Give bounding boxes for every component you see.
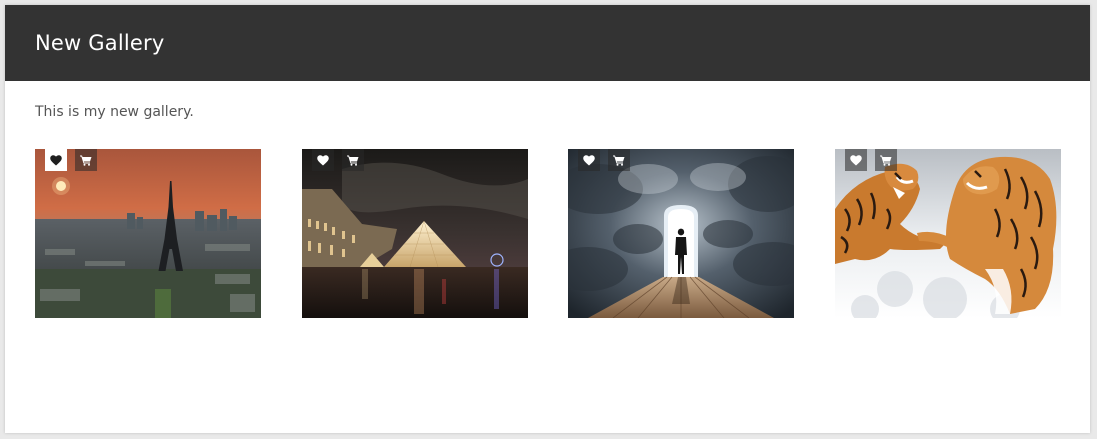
heart-icon bbox=[583, 154, 595, 165]
gallery-item-louvre[interactable] bbox=[302, 149, 528, 318]
add-to-cart-button[interactable] bbox=[875, 149, 897, 171]
add-to-cart-button[interactable] bbox=[75, 149, 97, 171]
heart-icon bbox=[50, 154, 62, 165]
add-to-cart-button[interactable] bbox=[342, 149, 364, 171]
cart-icon bbox=[613, 155, 625, 166]
gallery-description: This is my new gallery. bbox=[35, 104, 194, 120]
photo-tigers[interactable] bbox=[835, 149, 1061, 318]
gallery-item-tigers[interactable] bbox=[835, 149, 1061, 318]
cart-icon bbox=[347, 155, 359, 166]
photo-doorway[interactable] bbox=[568, 149, 794, 318]
heart-icon bbox=[317, 154, 329, 165]
like-button[interactable] bbox=[45, 149, 67, 171]
cart-icon bbox=[80, 155, 92, 166]
heart-icon bbox=[850, 154, 862, 165]
photo-paris[interactable] bbox=[35, 149, 261, 318]
like-button[interactable] bbox=[312, 149, 334, 171]
gallery-title: New Gallery bbox=[35, 31, 165, 55]
add-to-cart-button[interactable] bbox=[608, 149, 630, 171]
cart-icon bbox=[880, 155, 892, 166]
gallery-item-doorway[interactable] bbox=[568, 149, 794, 318]
gallery-card: New Gallery This is my new gallery. bbox=[5, 5, 1090, 433]
gallery-header: New Gallery bbox=[5, 5, 1090, 81]
like-button[interactable] bbox=[578, 149, 600, 171]
photo-louvre[interactable] bbox=[302, 149, 528, 318]
gallery-item-paris[interactable] bbox=[35, 149, 261, 318]
like-button[interactable] bbox=[845, 149, 867, 171]
